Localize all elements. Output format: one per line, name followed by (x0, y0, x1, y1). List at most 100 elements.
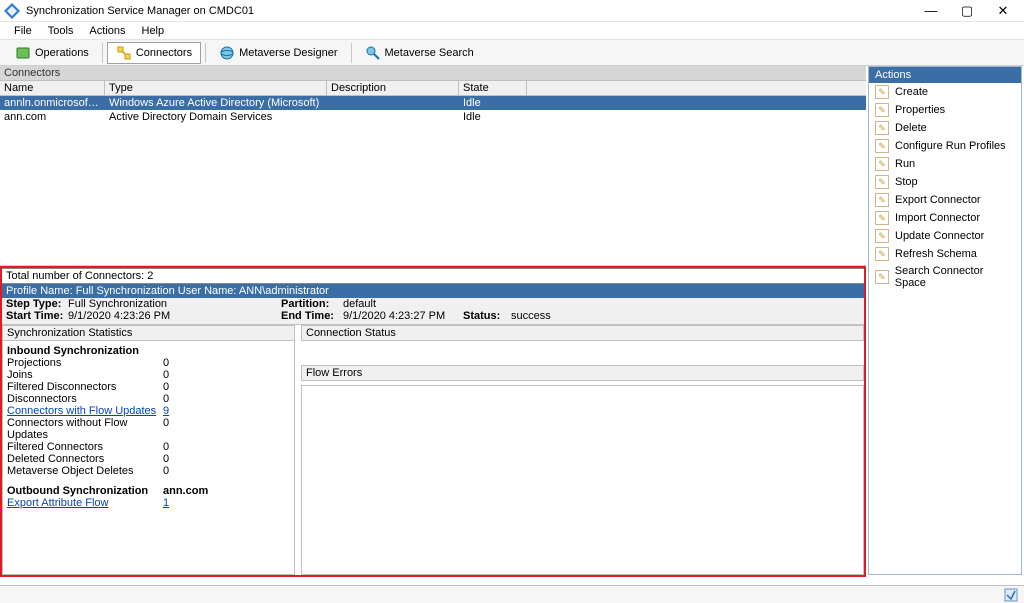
action-item[interactable]: ✎Import Connector (869, 209, 1021, 227)
action-icon: ✎ (875, 121, 889, 135)
stat-value[interactable]: 1 (163, 497, 203, 509)
inbound-title: Inbound Synchronization (7, 345, 290, 357)
sync-statistics-box: Synchronization Statistics Inbound Synch… (2, 325, 295, 575)
stat-value: 0 (163, 357, 203, 369)
menu-actions[interactable]: Actions (81, 24, 133, 38)
status-value: success (511, 310, 551, 322)
menu-help[interactable]: Help (134, 24, 173, 38)
action-icon: ✎ (875, 193, 889, 207)
action-item[interactable]: ✎Delete (869, 119, 1021, 137)
status-bar (0, 585, 1024, 603)
actions-header: Actions (869, 67, 1021, 83)
stat-value: 0 (163, 393, 203, 405)
action-label: Stop (895, 176, 918, 188)
stat-row: Connectors with Flow Updates9 (7, 405, 290, 417)
action-icon: ✎ (875, 229, 889, 243)
action-icon: ✎ (875, 139, 889, 153)
end-time-value: 9/1/2020 4:23:27 PM (343, 310, 463, 322)
run-details: Step Type:Full Synchronization Partition… (2, 298, 864, 325)
stat-label[interactable]: Connectors with Flow Updates (7, 405, 163, 417)
operations-icon (15, 45, 31, 61)
col-type[interactable]: Type (105, 81, 327, 95)
stat-value: 0 (163, 417, 203, 441)
stat-label: Disconnectors (7, 393, 163, 405)
action-item[interactable]: ✎Properties (869, 101, 1021, 119)
menu-bar: File Tools Actions Help (0, 22, 1024, 40)
action-label: Create (895, 86, 928, 98)
action-item[interactable]: ✎Update Connector (869, 227, 1021, 245)
action-item[interactable]: ✎ Create (869, 83, 1021, 101)
table-row[interactable]: annln.onmicrosoft.com ... Windows Azure … (0, 96, 866, 110)
toolbar-metaverse-designer[interactable]: Metaverse Designer (210, 42, 346, 64)
stat-row: Deleted Connectors0 (7, 453, 290, 465)
action-icon: ✎ (875, 85, 889, 99)
window-buttons: — ▢ ✕ (922, 4, 1020, 17)
cell-state: Idle (459, 110, 527, 124)
start-time-value: 9/1/2020 4:23:26 PM (68, 310, 170, 322)
stat-row: Export Attribute Flow1 (7, 497, 290, 509)
stat-label: Filtered Connectors (7, 441, 163, 453)
profile-bar-text: Profile Name: Full Synchronization User … (6, 285, 329, 297)
table-row[interactable]: ann.com Active Directory Domain Services… (0, 110, 866, 124)
left-pane: Connectors Name Type Description State a… (0, 66, 866, 579)
cell-name: annln.onmicrosoft.com ... (0, 96, 105, 110)
action-item[interactable]: ✎ Search Connector Space (869, 263, 1021, 291)
stat-value: 0 (163, 441, 203, 453)
cell-type: Windows Azure Active Directory (Microsof… (105, 96, 327, 110)
toolbar-operations[interactable]: Operations (6, 42, 98, 64)
action-item[interactable]: ✎ Stop (869, 173, 1021, 191)
toolbar-metaverse-search-label: Metaverse Search (385, 47, 474, 59)
action-icon: ✎ (875, 270, 889, 284)
menu-tools[interactable]: Tools (40, 24, 82, 38)
maximize-button[interactable]: ▢ (958, 4, 976, 17)
stat-value[interactable]: 9 (163, 405, 203, 417)
window-title: Synchronization Service Manager on CMDC0… (26, 5, 922, 17)
stat-label[interactable]: Export Attribute Flow (7, 497, 163, 509)
stat-row: Projections0 (7, 357, 290, 369)
toolbar-metaverse-search[interactable]: Metaverse Search (356, 42, 483, 64)
cell-type: Active Directory Domain Services (105, 110, 327, 124)
connectors-total: Total number of Connectors: 2 (2, 268, 864, 284)
action-icon: ✎ (875, 175, 889, 189)
action-item[interactable]: ✎Refresh Schema (869, 245, 1021, 263)
action-item[interactable]: ✎Run (869, 155, 1021, 173)
action-item[interactable]: ✎ Configure Run Profiles (869, 137, 1021, 155)
connection-status-header: Connection Status (301, 325, 864, 341)
action-icon: ✎ (875, 247, 889, 261)
action-label: Search Connector Space (895, 265, 1015, 289)
action-item[interactable]: ✎ Export Connector (869, 191, 1021, 209)
cell-name: ann.com (0, 110, 105, 124)
minimize-button[interactable]: — (922, 4, 940, 17)
action-label: Export Connector (895, 194, 981, 206)
action-icon: ✎ (875, 211, 889, 225)
partition-value: default (343, 298, 376, 310)
col-name[interactable]: Name (0, 81, 105, 95)
connectors-section-title: Connectors (0, 66, 866, 80)
stat-row: Disconnectors0 (7, 393, 290, 405)
action-label: Configure Run Profiles (895, 140, 1006, 152)
close-button[interactable]: ✕ (994, 4, 1012, 17)
stat-label: Joins (7, 369, 163, 381)
actions-panel: Actions ✎Create✎Properties✎Delete✎Config… (868, 66, 1022, 575)
stat-row: Metaverse Object Deletes0 (7, 465, 290, 477)
col-state[interactable]: State (459, 81, 527, 95)
flow-errors-body[interactable] (301, 385, 864, 575)
statusbar-icon[interactable] (1004, 588, 1018, 602)
col-description[interactable]: Description (327, 81, 459, 95)
connectors-grid-body[interactable]: annln.onmicrosoft.com ... Windows Azure … (0, 96, 866, 266)
toolbar-metaverse-designer-label: Metaverse Designer (239, 47, 337, 59)
status-label: Status: (463, 310, 511, 322)
cell-desc (327, 110, 459, 124)
stat-label: Deleted Connectors (7, 453, 163, 465)
stat-row: Joins0 (7, 369, 290, 381)
start-time-label: Start Time: (6, 310, 68, 322)
toolbar-separator (205, 43, 206, 63)
outbound-name: ann.com (163, 485, 243, 497)
actions-list: ✎Create✎Properties✎Delete✎Configure Run … (869, 83, 1021, 291)
metaverse-designer-icon (219, 45, 235, 61)
toolbar-connectors[interactable]: Connectors (107, 42, 201, 64)
stat-row: Filtered Disconnectors0 (7, 381, 290, 393)
sync-statistics-body: Inbound Synchronization Projections0Join… (3, 341, 294, 511)
stat-label: Projections (7, 357, 163, 369)
menu-file[interactable]: File (6, 24, 40, 38)
